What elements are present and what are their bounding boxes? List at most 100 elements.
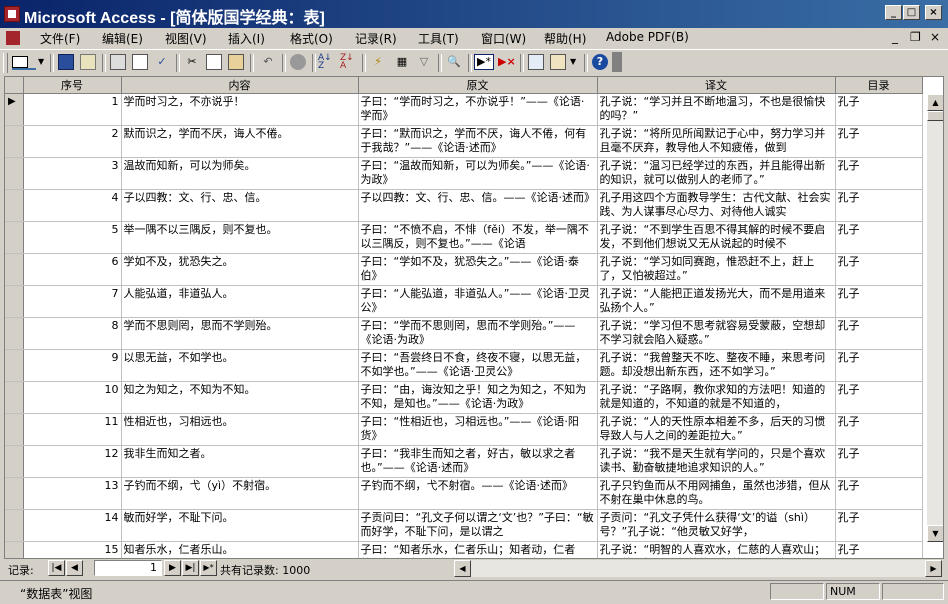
cell-category[interactable]: 孔子: [835, 189, 923, 222]
cell-original[interactable]: 子曰：“默而识之，学而不厌，诲人不倦，何有于我哉？”——《论语·述而》: [358, 125, 598, 158]
record-selector[interactable]: [5, 285, 24, 318]
cell-number[interactable]: 6: [23, 253, 122, 286]
filter-by-selection-icon[interactable]: ⚡: [370, 54, 386, 70]
apply-filter-icon[interactable]: ▽: [416, 54, 432, 70]
column-header[interactable]: 目录: [835, 77, 923, 94]
cell-category[interactable]: 孔子: [835, 509, 923, 542]
cell-translation[interactable]: 孔子说：“将所见所闻默记于心中，努力学习并且毫不厌弃，教导他人不知疲倦，做到: [597, 125, 836, 158]
cell-original[interactable]: 子曰：“学如不及，犹恐失之。”——《论语·泰伯》: [358, 253, 598, 286]
cell-number[interactable]: 13: [23, 477, 122, 510]
cell-original[interactable]: 子以四教：文、行、忠、信。——《论语·述而》: [358, 189, 598, 222]
vertical-scrollbar[interactable]: ▲ ▼: [927, 94, 943, 542]
cell-category[interactable]: 孔子: [835, 477, 923, 510]
menu-format[interactable]: 格式(O): [290, 30, 333, 47]
cell-content[interactable]: 人能弘道，非道弘人。: [121, 285, 359, 318]
cell-content[interactable]: 学如不及，犹恐失之。: [121, 253, 359, 286]
cell-number[interactable]: 10: [23, 381, 122, 414]
table-row[interactable]: 8 学而不思则罔，思而不学则殆。 子曰：“学而不思则罔，思而不学则殆。”——《论语·…: [5, 317, 923, 350]
record-selector[interactable]: [5, 477, 24, 510]
cell-original[interactable]: 子曰：“我非生而知之者，好古，敏以求之者也。”——《论语·述而》: [358, 445, 598, 478]
cell-category[interactable]: 孔子: [835, 253, 923, 286]
menu-insert[interactable]: 插入(I): [228, 30, 265, 47]
new-object-icon[interactable]: [550, 54, 566, 70]
cell-category[interactable]: 孔子: [835, 317, 923, 350]
record-selector[interactable]: [5, 349, 24, 382]
cell-translation[interactable]: 孔子说：“我不是天生就有学问的，只是个喜欢读书、勤奋敏捷地追求知识的人。”: [597, 445, 836, 478]
cell-category[interactable]: 孔子: [835, 221, 923, 254]
record-selector[interactable]: [5, 125, 24, 158]
table-row[interactable]: 4 子以四教：文、行、忠、信。 子以四教：文、行、忠、信。——《论语·述而》 孔子用这…: [5, 189, 923, 222]
cell-original[interactable]: 子曰：“知者乐水，仁者乐山；知者动，仁者静；知者乐，仁者寿。”——《论语·雍: [358, 541, 598, 558]
cell-translation[interactable]: 子贡问：“孔文子凭什么获得‘文’的谥（shì）号？”孔子说：“他灵敏又好学，: [597, 509, 836, 542]
record-selector[interactable]: [5, 189, 24, 222]
cell-content[interactable]: 知之为知之，不知为不知。: [121, 381, 359, 414]
cell-category[interactable]: 孔子: [835, 125, 923, 158]
new-record-icon[interactable]: ▶*: [474, 54, 494, 70]
menu-window[interactable]: 窗口(W): [481, 30, 526, 47]
scroll-thumb[interactable]: [927, 111, 943, 121]
toolbar-options-icon[interactable]: [612, 52, 622, 72]
scroll-up-icon[interactable]: ▲: [927, 94, 943, 111]
print-icon[interactable]: [110, 54, 126, 70]
table-row[interactable]: 14 敏而好学，不耻下问。 子贡问曰：“孔文子何以谓之‘文’也？”子曰：“敏而好学，…: [5, 509, 923, 542]
cell-category[interactable]: 孔子: [835, 157, 923, 190]
cell-content[interactable]: 温故而知新，可以为师矣。: [121, 157, 359, 190]
sort-descending-icon[interactable]: Z↓ A: [340, 54, 356, 71]
cell-original[interactable]: 子曰：“学而不思则罔，思而不学则殆。”——《论语·为政》: [358, 317, 598, 350]
cell-content[interactable]: 性相近也，习相远也。: [121, 413, 359, 446]
record-selector[interactable]: ▶: [5, 93, 24, 126]
cell-original[interactable]: 子曰：“性相近也，习相远也。”——《论语·阳货》: [358, 413, 598, 446]
sort-ascending-icon[interactable]: A↓ Z: [318, 54, 334, 71]
cell-original[interactable]: 子曰：“温故而知新，可以为师矣。”——《论语·为政》: [358, 157, 598, 190]
cell-category[interactable]: 孔子: [835, 381, 923, 414]
cell-category[interactable]: 孔子: [835, 445, 923, 478]
cell-translation[interactable]: 孔子用这四个方面教导学生：古代文献、社会实践、为人谋事尽心尽力、对待他人诚实: [597, 189, 836, 222]
record-selector[interactable]: [5, 157, 24, 190]
select-all-cell[interactable]: [5, 77, 24, 94]
scroll-right-icon[interactable]: ▶: [925, 560, 942, 577]
cell-translation[interactable]: 孔子说：“明智的人喜欢水，仁慈的人喜欢山；明智的人好动，仁慈的人好静；明智的: [597, 541, 836, 558]
record-selector[interactable]: [5, 413, 24, 446]
cell-number[interactable]: 15: [23, 541, 122, 558]
toolbar-grip[interactable]: [3, 53, 8, 73]
cut-icon[interactable]: ✂: [184, 54, 200, 70]
cell-content[interactable]: 我非生而知之者。: [121, 445, 359, 478]
cell-original[interactable]: 子曰：“人能弘道，非道弘人。”——《论语·卫灵公》: [358, 285, 598, 318]
menu-file[interactable]: 文件(F): [40, 30, 80, 47]
table-row[interactable]: 6 学如不及，犹恐失之。 子曰：“学如不及，犹恐失之。”——《论语·泰伯》 孔子说：“…: [5, 253, 923, 286]
cell-number[interactable]: 5: [23, 221, 122, 254]
scroll-down-icon[interactable]: ▼: [927, 525, 943, 542]
cell-number[interactable]: 1: [23, 93, 122, 126]
menu-adobe-pdf[interactable]: Adobe PDF(B): [606, 30, 689, 44]
cell-original[interactable]: 子曰：“学而时习之，不亦说乎！”——《论语·学而》: [358, 93, 598, 126]
doc-minimize-icon[interactable]: _: [892, 30, 898, 44]
table-row[interactable]: 13 子钓而不纲，弋（yì）不射宿。 子钓而不纲，弋不射宿。——《论语·述而》 孔子只…: [5, 477, 923, 510]
cell-original[interactable]: 子钓而不纲，弋不射宿。——《论语·述而》: [358, 477, 598, 510]
cell-category[interactable]: 孔子: [835, 93, 923, 126]
horizontal-scrollbar[interactable]: ◀ ▶: [454, 560, 942, 577]
cell-category[interactable]: 孔子: [835, 285, 923, 318]
record-selector[interactable]: [5, 509, 24, 542]
cell-number[interactable]: 2: [23, 125, 122, 158]
menu-tools[interactable]: 工具(T): [418, 30, 459, 47]
menu-records[interactable]: 记录(R): [355, 30, 397, 47]
spelling-icon[interactable]: ✓: [154, 54, 170, 70]
doc-close-icon[interactable]: ×: [930, 30, 940, 44]
cell-number[interactable]: 7: [23, 285, 122, 318]
table-row[interactable]: ▶ 1 学而时习之，不亦说乎！ 子曰：“学而时习之，不亦说乎！”——《论语·学而》 孔子…: [5, 93, 923, 126]
table-row[interactable]: 12 我非生而知之者。 子曰：“我非生而知之者，好古，敏以求之者也。”——《论语·述…: [5, 445, 923, 478]
table-row[interactable]: 9 以思无益，不如学也。 子曰：“吾尝终日不食，终夜不寝，以思无益，不如学也。”——…: [5, 349, 923, 382]
cell-number[interactable]: 8: [23, 317, 122, 350]
cell-content[interactable]: 敏而好学，不耻下问。: [121, 509, 359, 542]
record-selector[interactable]: [5, 253, 24, 286]
find-icon[interactable]: 🔍: [446, 54, 462, 70]
cell-translation[interactable]: 孔子说：“子路啊，教你求知的方法吧！知道的就是知道的，不知道的就是不知道的，: [597, 381, 836, 414]
filter-by-form-icon[interactable]: ▦: [394, 54, 410, 70]
current-record-input[interactable]: 1: [94, 560, 162, 576]
new-record-nav-icon[interactable]: ▶*: [200, 560, 217, 576]
previous-record-icon[interactable]: ◀: [66, 560, 83, 576]
cell-number[interactable]: 11: [23, 413, 122, 446]
undo-icon[interactable]: ↶: [260, 54, 276, 70]
table-row[interactable]: 11 性相近也，习相远也。 子曰：“性相近也，习相远也。”——《论语·阳货》 孔子说：…: [5, 413, 923, 446]
copy-icon[interactable]: [206, 54, 222, 70]
